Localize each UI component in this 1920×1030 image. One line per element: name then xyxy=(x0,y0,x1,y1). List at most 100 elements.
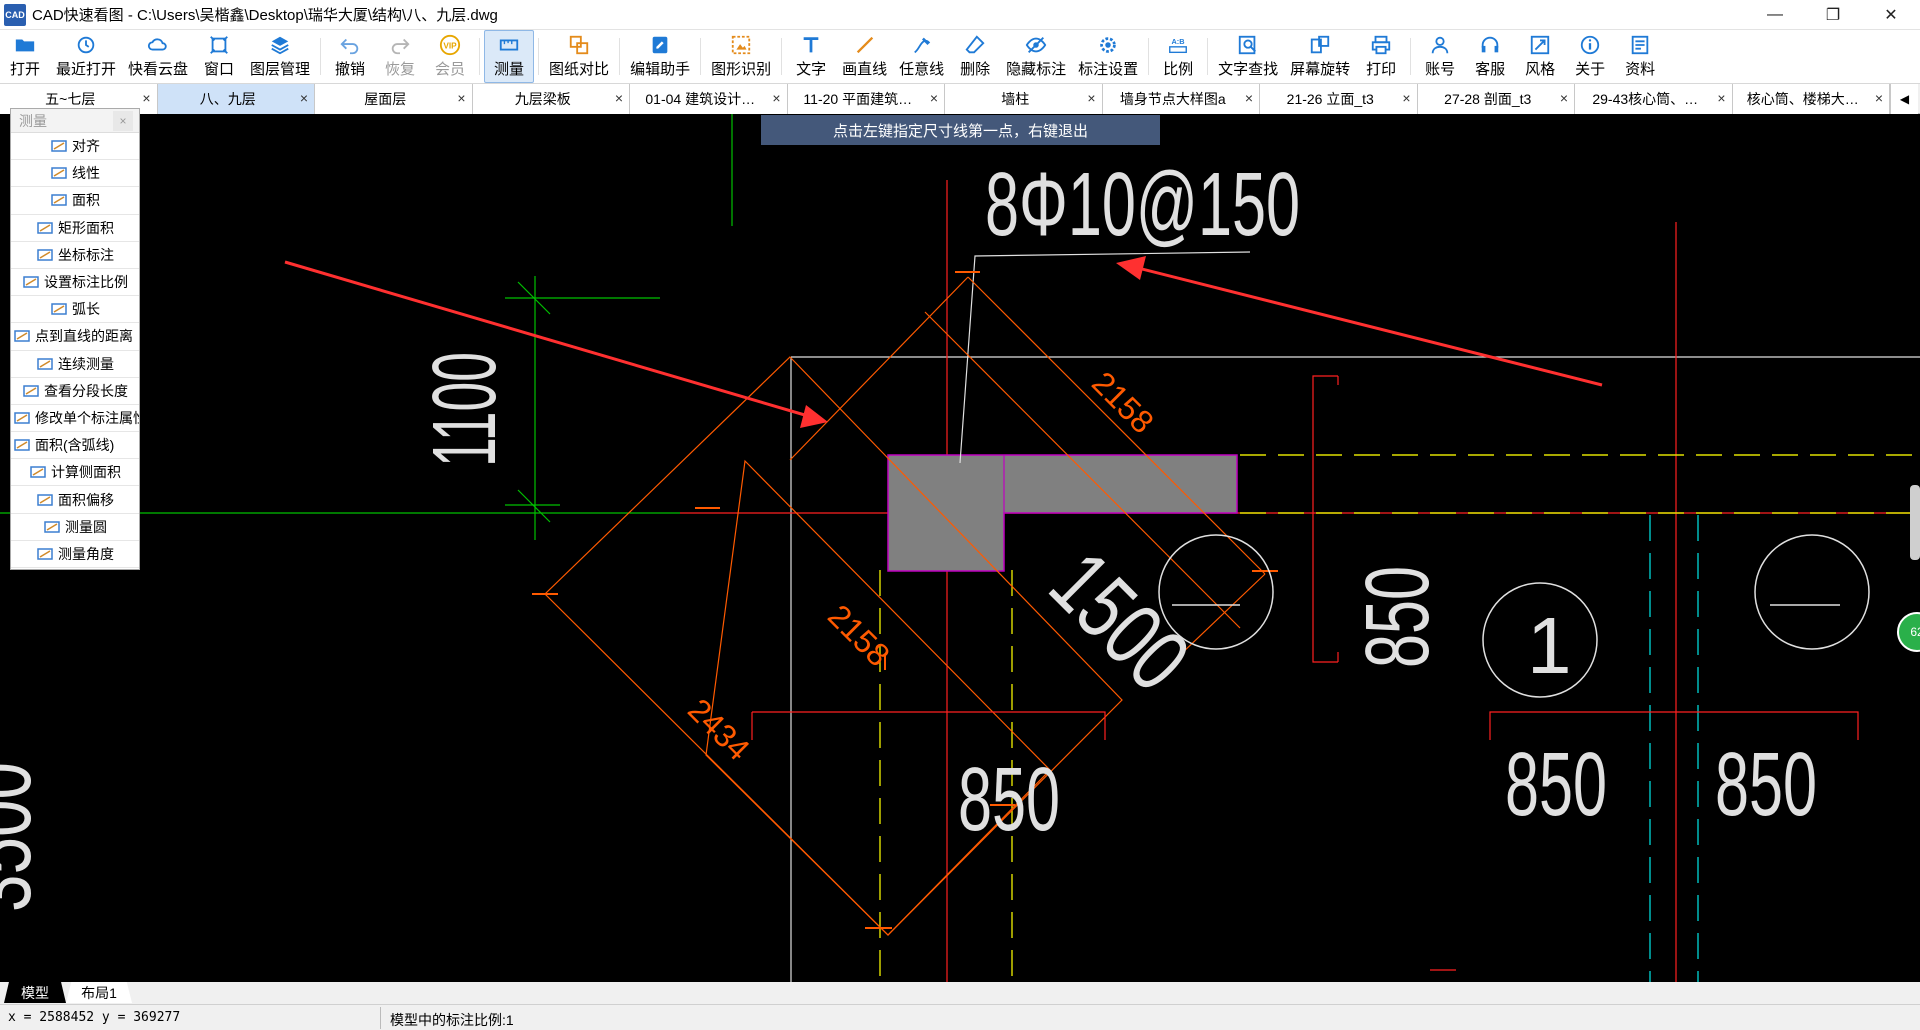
toolbar-button-line[interactable]: 画直线 xyxy=(836,30,893,83)
toolbar-button-label: 编辑助手 xyxy=(630,61,691,78)
tab-close-icon[interactable]: × xyxy=(1875,90,1883,106)
linear-measure-icon xyxy=(50,166,68,180)
toolbar-button-eye-hide[interactable]: 隐藏标注 xyxy=(1000,30,1072,83)
toolbar-button-redo[interactable]: 恢复 xyxy=(375,30,425,83)
tab-document[interactable]: 01-04 建筑设计… × xyxy=(630,84,788,114)
dimension-1500: 1500 xyxy=(1031,533,1208,710)
tab-close-icon[interactable]: × xyxy=(1560,90,1568,106)
toolbar-separator xyxy=(1148,38,1150,75)
tab-close-icon[interactable]: × xyxy=(1402,90,1410,106)
tab-document[interactable]: 核心筒、楼梯大… × xyxy=(1732,84,1890,114)
measure-tool-angle-measure[interactable]: 测量角度 xyxy=(11,541,139,568)
tab-document[interactable]: 11-20 平面建筑… × xyxy=(787,84,945,114)
measure-tool-segment-length[interactable]: 查看分段长度 xyxy=(11,378,139,405)
toolbar-button-printer[interactable]: 打印 xyxy=(1356,30,1406,83)
toolbar-button-scale[interactable]: A:B 比例 xyxy=(1153,30,1203,83)
maximize-button[interactable]: ❐ xyxy=(1804,0,1862,30)
printer-icon xyxy=(1369,34,1393,56)
tab-label: 五~七层 xyxy=(45,91,96,107)
canvas-scroll-handle[interactable] xyxy=(1910,485,1920,560)
red-arrowhead xyxy=(1116,256,1146,280)
measure-tool-label: 设置标注比例 xyxy=(44,274,128,291)
toolbar-button-label: 图纸对比 xyxy=(549,61,610,78)
toolbar-button-compare[interactable]: 图纸对比 xyxy=(543,30,615,83)
toolbar-button-document[interactable]: 资料 xyxy=(1615,30,1665,83)
measure-tool-circle-measure[interactable]: 测量圆 xyxy=(11,514,139,541)
toolbar-button-eraser[interactable]: 删除 xyxy=(950,30,1000,83)
toolbar-button-user[interactable]: 账号 xyxy=(1415,30,1465,83)
toolbar-button-annotation-settings[interactable]: 标注设置 xyxy=(1072,30,1144,83)
toolbar-button-rotate-screen[interactable]: 屏幕旋转 xyxy=(1284,30,1356,83)
tab-close-icon[interactable]: × xyxy=(142,90,150,106)
tab-close-icon[interactable]: × xyxy=(457,90,465,106)
tab-scroll-left-icon[interactable]: ◀ xyxy=(1890,84,1918,114)
measure-tool-label: 计算侧面积 xyxy=(51,464,121,481)
measure-tool-label: 线性 xyxy=(72,165,100,182)
tab-label: 核心筒、楼梯大… xyxy=(1746,91,1859,107)
tab-close-icon[interactable]: × xyxy=(930,90,938,106)
tab-close-icon[interactable]: × xyxy=(615,90,623,106)
tab-document[interactable]: 墙柱 × xyxy=(945,84,1103,114)
measure-tool-continuous-measure[interactable]: 连续测量 xyxy=(11,351,139,378)
measure-tool-linear-measure[interactable]: 线性 xyxy=(11,160,139,188)
toolbar-button-folder[interactable]: 打开 xyxy=(0,30,50,83)
tab-document[interactable]: 墙身节点大样图a × xyxy=(1102,84,1260,114)
measure-tool-point-line-distance[interactable]: 点到直线的距离 xyxy=(11,323,139,351)
cursor-coordinates: x = 2588452 y = 369277 xyxy=(8,1010,181,1025)
tab-layout1[interactable]: 布局1 xyxy=(66,982,132,1003)
drawing-canvas[interactable]: 8Φ10@150 1100 2158 1500 2158 2434 850 85… xyxy=(0,114,1920,982)
measure-tool-area[interactable]: 面积 xyxy=(11,187,139,215)
toolbar-button-label: 任意线 xyxy=(899,61,945,78)
toolbar-button-shape-recognition[interactable]: 图形识别 xyxy=(705,30,777,83)
tab-document[interactable]: 八、九层 × xyxy=(157,84,315,114)
toolbar-button-info[interactable]: 关于 xyxy=(1565,30,1615,83)
measure-tool-edit-annotation[interactable]: 修改单个标注属性 xyxy=(11,405,139,433)
measure-tool-area-offset[interactable]: 面积偏移 xyxy=(11,486,139,514)
tab-close-icon[interactable]: × xyxy=(300,90,308,106)
tab-close-icon[interactable]: × xyxy=(772,90,780,106)
toolbar-button-measure[interactable]: 测量 xyxy=(484,30,535,83)
measure-tool-arc-length[interactable]: 弧长 xyxy=(11,296,139,324)
info-icon xyxy=(1578,34,1602,56)
toolbar-button-undo[interactable]: 撤销 xyxy=(325,30,375,83)
toolbar-button-window[interactable]: 窗口 xyxy=(194,30,244,83)
shape-recognition-icon xyxy=(729,34,753,56)
tab-document[interactable]: 21-26 立面_t3 × xyxy=(1260,84,1418,114)
close-window-button[interactable]: ✕ xyxy=(1862,0,1920,30)
measure-tool-align-measure[interactable]: 对齐 xyxy=(11,133,139,161)
toolbar-button-label: 屏幕旋转 xyxy=(1290,61,1351,78)
toolbar-button-text-search[interactable]: 文字查找 xyxy=(1212,30,1284,83)
toolbar-button-label: 账号 xyxy=(1425,61,1456,78)
window-controls: — ❐ ✕ xyxy=(1746,0,1920,30)
svg-text:VIP: VIP xyxy=(443,42,457,51)
toolbar-button-clock[interactable]: 最近打开 xyxy=(50,30,122,83)
tab-model[interactable]: 模型 xyxy=(4,982,66,1003)
tab-document[interactable]: 29-43核心筒、… × xyxy=(1575,84,1733,114)
measure-tool-side-area[interactable]: 计算侧面积 xyxy=(11,459,139,487)
toolbar-button-cloud[interactable]: 快看云盘 xyxy=(122,30,194,83)
measure-tool-arc-area[interactable]: 面积(含弧线) xyxy=(11,432,139,460)
dimension-850: 850 xyxy=(958,750,1060,850)
toolbar-button-edit-assistant[interactable]: 编辑助手 xyxy=(624,30,696,83)
tab-document[interactable]: 27-28 剖面_t3 × xyxy=(1417,84,1575,114)
toolbar-button-freehand[interactable]: 任意线 xyxy=(893,30,950,83)
measure-tool-label: 面积(含弧线) xyxy=(35,437,115,454)
toolbar-button-text[interactable]: 文字 xyxy=(786,30,836,83)
toolbar-button-layers[interactable]: 图层管理 xyxy=(244,30,316,83)
tab-close-icon[interactable]: × xyxy=(1717,90,1725,106)
minimize-button[interactable]: — xyxy=(1746,0,1804,30)
toolbar-button-vip[interactable]: VIP 会员 xyxy=(425,30,475,83)
measure-tool-label: 点到直线的距离 xyxy=(35,328,133,345)
toolbar-button-style[interactable]: 风格 xyxy=(1515,30,1565,83)
measure-panel-close-button[interactable]: × xyxy=(113,110,133,131)
measure-tool-rect-area[interactable]: 矩形面积 xyxy=(11,215,139,242)
tab-close-icon[interactable]: × xyxy=(1245,90,1253,106)
toolbar-button-headset[interactable]: 客服 xyxy=(1465,30,1515,83)
measure-icon xyxy=(497,34,521,56)
measure-tool-scale-setting[interactable]: 设置标注比例 xyxy=(11,269,139,297)
tab-document[interactable]: 屋面层 × xyxy=(315,84,473,114)
tab-close-icon[interactable]: × xyxy=(1087,90,1095,106)
tab-document[interactable]: 九层梁板 × xyxy=(472,84,630,114)
measure-panel: 测量 × 对齐 线性 面积 矩形面积 坐标标注 设置标注比例 弧长 点到直线的距离 连续测量 查看… xyxy=(10,108,140,570)
measure-tool-coordinate[interactable]: 坐标标注 xyxy=(11,242,139,269)
